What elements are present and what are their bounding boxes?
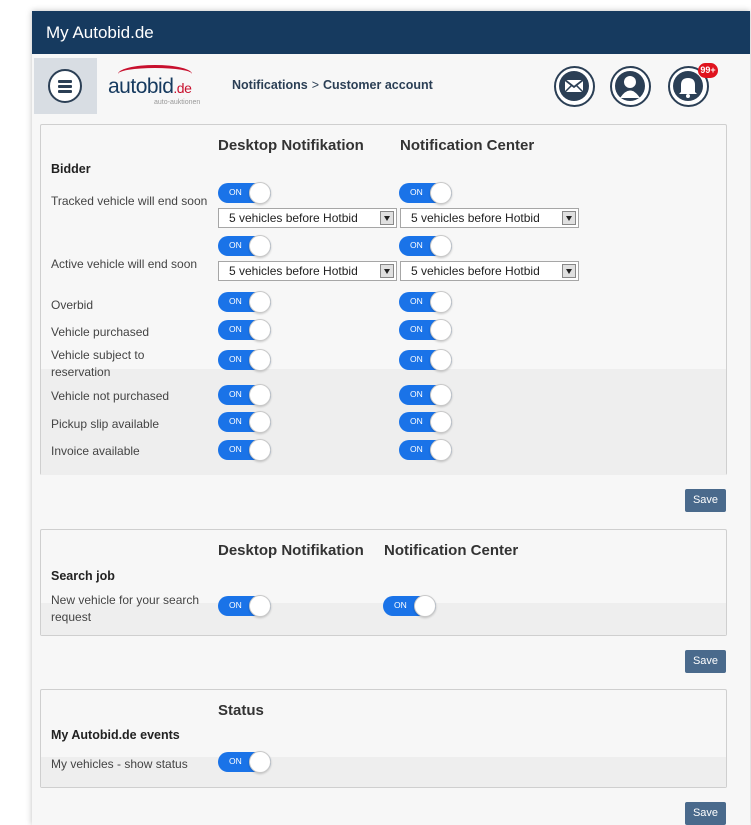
dropdown-arrow-icon[interactable] [380,211,394,225]
row-label-invoice-available: Invoice available [51,444,140,458]
toggle-center-active-vehicle[interactable]: ON [399,235,452,257]
select-center-active-vehicle[interactable]: 5 vehicles before Hotbid [400,261,579,281]
row-label-show-status: My vehicles - show status [51,757,188,771]
mail-icon[interactable] [554,66,595,107]
dropdown-arrow-icon[interactable] [562,264,576,278]
row-label-active-vehicle: Active vehicle will end soon [51,257,198,271]
section-title-search-job: Search job [51,569,115,583]
save-button-status[interactable]: Save [685,802,726,825]
row-label-new-vehicle: New vehicle for your search request [51,593,200,624]
toggle-center-overbid[interactable]: ON [399,291,452,313]
logo-text: autobid [108,75,174,98]
dropdown-arrow-icon[interactable] [380,264,394,278]
section-title-events: My Autobid.de events [51,728,180,742]
logo-subtitle: auto-auktionen [154,99,201,106]
toggle-center-pickup-slip[interactable]: ON [399,411,452,433]
column-desktop-notification: Desktop Notifikation [218,542,364,559]
column-status: Status [218,702,264,719]
toggle-desktop-pickup-slip[interactable]: ON [218,411,271,433]
toggle-desktop-invoice-available[interactable]: ON [218,439,271,461]
column-notification-center: Notification Center [384,542,519,559]
select-desktop-active-vehicle[interactable]: 5 vehicles before Hotbid [218,261,397,281]
breadcrumb-customer-account[interactable]: Customer account [323,78,433,92]
toggle-center-vehicle-purchased[interactable]: ON [399,319,452,341]
toggle-desktop-active-vehicle[interactable]: ON [218,235,271,257]
toggle-center-invoice-available[interactable]: ON [399,439,452,461]
column-notification-center: Notification Center [400,137,535,154]
header: autobid.de auto-auktionen Notifications >… [32,54,750,120]
search-job-panel: Desktop Notifikation Notification Center… [40,529,727,636]
status-panel: Status My Autobid.de events My vehicles … [40,689,727,788]
toggle-desktop-vehicle-purchased[interactable]: ON [218,319,271,341]
toggle-desktop-vehicle-reservation[interactable]: ON [218,349,271,371]
select-desktop-tracked-vehicle[interactable]: 5 vehicles before Hotbid [218,208,397,228]
notification-badge: 99+ [698,63,718,78]
toggle-status-show-status[interactable]: ON [218,751,271,773]
save-button-search-job[interactable]: Save [685,650,726,673]
menu-button[interactable] [34,58,97,114]
app-title: My Autobid.de [32,11,750,54]
row-label-vehicle-reservation: Vehicle subject to reservation [51,348,145,379]
column-desktop-notification: Desktop Notifikation [218,137,364,154]
logo[interactable]: autobid.de auto-auktionen [108,65,203,109]
save-button-bidder[interactable]: Save [685,489,726,512]
breadcrumb: Notifications > Customer account [232,78,433,92]
row-label-overbid: Overbid [51,298,94,312]
toggle-desktop-new-vehicle[interactable]: ON [218,595,271,617]
breadcrumb-notifications[interactable]: Notifications [232,78,308,92]
app-window: My Autobid.de autobid.de auto-auktionen … [32,11,750,825]
toggle-desktop-overbid[interactable]: ON [218,291,271,313]
row-label-pickup-slip: Pickup slip available [51,417,160,431]
toggle-center-vehicle-not-purchased[interactable]: ON [399,384,452,406]
toggle-center-vehicle-reservation[interactable]: ON [399,349,452,371]
dropdown-arrow-icon[interactable] [562,211,576,225]
toggle-desktop-tracked-vehicle[interactable]: ON [218,182,271,204]
toggle-desktop-vehicle-not-purchased[interactable]: ON [218,384,271,406]
toggle-center-new-vehicle[interactable]: ON [383,595,436,617]
bidder-panel: Desktop Notifikation Notification Center… [40,124,727,475]
section-title-bidder: Bidder [51,162,91,176]
toggle-center-tracked-vehicle[interactable]: ON [399,182,452,204]
select-center-tracked-vehicle[interactable]: 5 vehicles before Hotbid [400,208,579,228]
breadcrumb-separator: > [311,78,320,92]
user-icon[interactable] [610,66,651,107]
row-label-tracked-vehicle: Tracked vehicle will end soon [51,194,208,208]
hamburger-menu-icon[interactable] [48,69,82,103]
row-label-vehicle-not-purchased: Vehicle not purchased [51,389,170,403]
logo-tld: .de [173,80,192,96]
row-label-vehicle-purchased: Vehicle purchased [51,325,150,339]
